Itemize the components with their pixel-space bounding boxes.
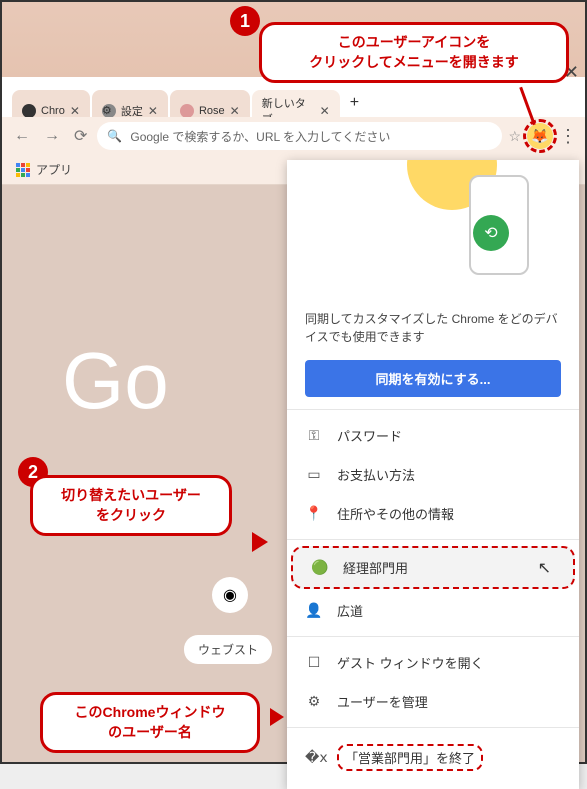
toolbar: ← → ⟳ 🔍 Google で検索するか、URL を入力してください ☆ 🦊 … [2,117,585,155]
tab-close-icon[interactable]: ✕ [320,104,330,118]
menu-label: ゲスト ウィンドウを開く [337,653,484,672]
menu-item-guest[interactable]: ☐ ゲスト ウィンドウを開く [287,643,579,682]
key-icon: ⚿ [305,427,323,444]
menu-button[interactable]: ⋮ [559,126,577,147]
bookmark-star-button[interactable]: ☆ [508,128,521,145]
tab-close-icon[interactable]: ✕ [230,104,240,118]
profile-label: 経理部門用 [343,558,408,577]
tab-label: Chro [41,105,65,117]
reload-button[interactable]: ⟳ [70,122,91,150]
separator [287,539,579,540]
tab-label: Rose [199,105,225,117]
separator [287,727,579,728]
chrome-favicon [22,104,36,118]
annotation-arrow-3 [270,708,284,726]
annotation-arrow-2 [252,532,268,552]
back-button[interactable]: ← [10,123,34,149]
annotation-ring [523,119,557,153]
profile-avatar-button[interactable]: 🦊 [527,123,553,149]
guest-icon: ☐ [305,654,323,671]
annotation-badge-1: 1 [230,6,260,36]
webstore-chip[interactable]: ウェブスト [184,635,272,664]
card-icon: ▭ [305,466,323,483]
chrome-shortcut[interactable]: ◉ [212,577,248,613]
menu-label: ユーザーを管理 [337,692,428,711]
sync-description: 同期してカスタマイズした Chrome をどのデバイスでも使用できます [287,300,579,360]
menu-label: パスワード [337,426,402,445]
profile-hero: ⟲ [287,160,579,300]
profile-menu: ⟲ 同期してカスタマイズした Chrome をどのデバイスでも使用できます 同期… [287,160,579,789]
profile-item-hiromichi[interactable]: 👤 広道 [287,591,579,630]
menu-item-exit-profile[interactable]: �ⅹ 「営業部門用」を終了 [287,734,579,781]
exit-label: 「営業部門用」を終了 [337,744,483,771]
separator [287,636,579,637]
enable-sync-button[interactable]: 同期を有効にする... [305,360,561,397]
sync-icon: ⟲ [473,215,509,251]
google-logo: Go [62,335,169,427]
annotation-2: 切り替えたいユーザー をクリック [30,475,232,536]
annotation-3: このChromeウィンドウ のユーザー名 [40,692,260,753]
chrome-icon: ◉ [223,585,237,605]
gear-favicon: ⚙ [102,104,116,118]
menu-item-addresses[interactable]: 📍 住所やその他の情報 [287,494,579,533]
gear-icon: ⚙ [305,693,323,710]
menu-item-passwords[interactable]: ⚿ パスワード [287,416,579,455]
profile-item-accounting[interactable]: 🟢 経理部門用 ↖ [291,546,575,589]
annotation-1: このユーザーアイコンを クリックしてメニューを開きます [259,22,569,83]
pin-icon: 📍 [305,505,323,522]
tab-close-icon[interactable]: ✕ [70,104,80,118]
omnibox[interactable]: 🔍 Google で検索するか、URL を入力してください [97,122,502,150]
apps-label[interactable]: アプリ [36,161,72,178]
avatar-icon: 🟢 [311,559,329,576]
menu-label: 住所やその他の情報 [337,504,454,523]
avatar-icon: 👤 [305,602,323,619]
tab-close-icon[interactable]: ✕ [148,104,158,118]
rose-favicon [180,104,194,118]
cursor-icon: ↖ [538,558,551,578]
apps-icon[interactable] [16,163,30,177]
separator [287,409,579,410]
exit-icon: �ⅹ [305,749,323,766]
forward-button[interactable]: → [40,123,64,149]
omnibox-placeholder: Google で検索するか、URL を入力してください [130,128,390,145]
menu-item-payment[interactable]: ▭ お支払い方法 [287,455,579,494]
menu-item-manage-users[interactable]: ⚙ ユーザーを管理 [287,682,579,721]
menu-label: お支払い方法 [337,465,415,484]
search-icon: 🔍 [107,129,122,143]
profile-label: 広道 [337,601,363,620]
